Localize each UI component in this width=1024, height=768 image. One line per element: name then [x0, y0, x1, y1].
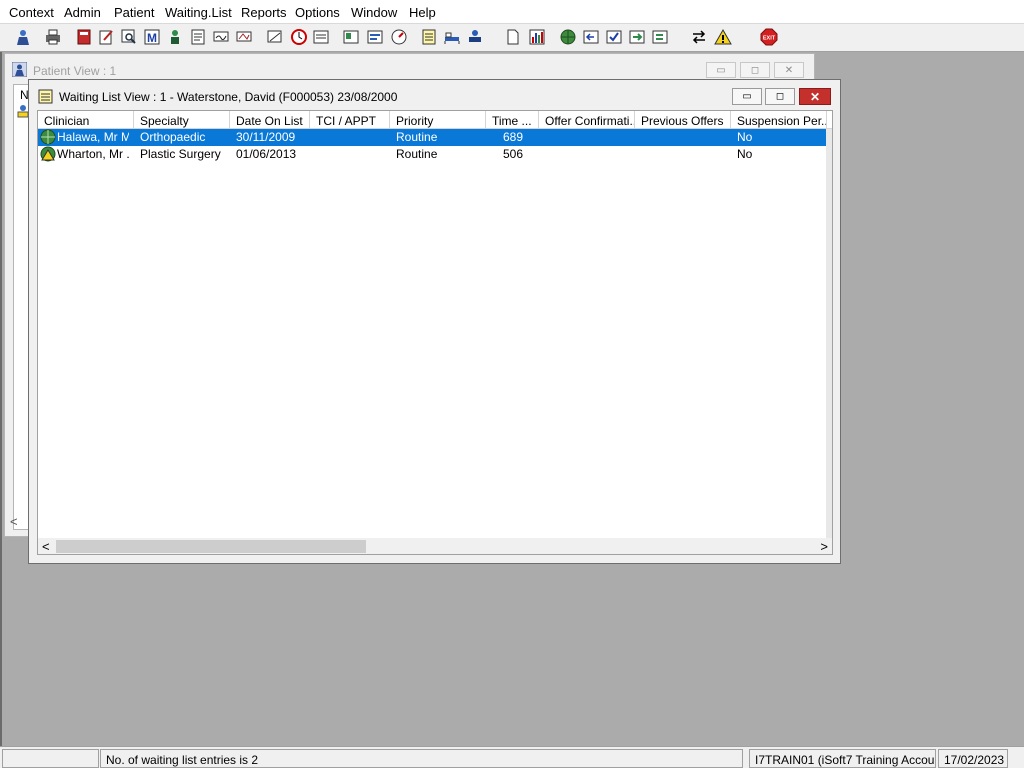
- patient-view-scroll-left-button[interactable]: <: [10, 514, 18, 529]
- globe-warning-icon: [40, 146, 56, 162]
- list-icon[interactable]: [311, 27, 331, 47]
- transfer-icon[interactable]: [465, 27, 485, 47]
- note-icon[interactable]: [419, 27, 439, 47]
- clock-icon[interactable]: [289, 27, 309, 47]
- edit-icon[interactable]: [96, 27, 116, 47]
- exit-icon[interactable]: EXIT: [759, 27, 779, 47]
- waiting-list-table[interactable]: Clinician Specialty Date On List TCI / A…: [37, 110, 833, 555]
- cell-specialty: Plastic Surgery: [140, 147, 221, 161]
- notes-icon[interactable]: [188, 27, 208, 47]
- patient-view-title: Patient View : 1: [33, 64, 117, 78]
- menu-admin[interactable]: Admin: [64, 5, 101, 20]
- patient-view-icon: [11, 61, 28, 78]
- menu-reports[interactable]: Reports: [241, 5, 287, 20]
- restore-button[interactable]: ◻: [765, 88, 795, 105]
- column-suspension-period[interactable]: Suspension Per...: [731, 111, 827, 129]
- document-icon[interactable]: [503, 27, 523, 47]
- column-clinician[interactable]: Clinician: [38, 111, 134, 129]
- column-priority[interactable]: Priority: [390, 111, 486, 129]
- scroll-right-button[interactable]: >: [820, 539, 828, 554]
- status-bar: No. of waiting list entries is 2 I7TRAIN…: [0, 746, 1024, 768]
- waiting-list-icon: [38, 89, 53, 104]
- menu-options[interactable]: Options: [295, 5, 340, 20]
- menu-help[interactable]: Help: [409, 5, 436, 20]
- column-specialty[interactable]: Specialty: [134, 111, 230, 129]
- status-message: No. of waiting list entries is 2: [100, 749, 743, 768]
- menu-context[interactable]: Context: [9, 5, 54, 20]
- table-row[interactable]: Halawa, Mr M Orthopaedic 30/11/2009 Rout…: [38, 129, 832, 146]
- horizontal-scrollbar[interactable]: < >: [38, 538, 832, 554]
- cell-priority: Routine: [396, 130, 438, 144]
- m-icon[interactable]: M: [142, 27, 162, 47]
- patient-view-minimize-button[interactable]: ▭: [706, 62, 736, 78]
- refresh-icon[interactable]: [650, 27, 670, 47]
- cell-suspension: No: [737, 147, 753, 161]
- cell-date-on-list: 30/11/2009: [236, 130, 296, 144]
- cell-suspension: No: [737, 130, 753, 144]
- status-account: I7TRAIN01 (iSoft7 Training Account): [749, 749, 936, 768]
- table-row[interactable]: Wharton, Mr ... Plastic Surgery 01/06/20…: [38, 146, 832, 163]
- svg-text:M: M: [147, 31, 157, 45]
- bed-icon[interactable]: [442, 27, 462, 47]
- close-button[interactable]: ✕: [799, 88, 831, 105]
- exit-icon-label: EXIT: [763, 36, 776, 42]
- sign-icon[interactable]: [211, 27, 231, 47]
- cell-clinician: Halawa, Mr M: [57, 130, 129, 144]
- chart-icon[interactable]: [527, 27, 547, 47]
- scan-icon[interactable]: [265, 27, 285, 47]
- status-panel-empty: [2, 749, 99, 768]
- globe-patient-icon: [40, 129, 56, 145]
- vertical-scrollbar[interactable]: [826, 129, 832, 538]
- globe-icon[interactable]: [558, 27, 578, 47]
- menu-window[interactable]: Window: [351, 5, 397, 20]
- forward-icon[interactable]: [627, 27, 647, 47]
- column-date-on-list[interactable]: Date On List: [230, 111, 310, 129]
- column-tci-appt[interactable]: TCI / APPT: [310, 111, 390, 129]
- cell-time: 689: [503, 130, 524, 144]
- cell-specialty: Orthopaedic: [140, 130, 206, 144]
- waiting-list-window[interactable]: Waiting List View : 1 - Waterstone, Davi…: [28, 79, 841, 564]
- table-header: Clinician Specialty Date On List TCI / A…: [38, 111, 832, 129]
- cell-time: 506: [503, 147, 524, 161]
- warning-icon[interactable]: [713, 27, 733, 47]
- scroll-left-button[interactable]: <: [42, 539, 50, 554]
- waiting-list-titlebar[interactable]: Waiting List View : 1 - Waterstone, Davi…: [29, 80, 840, 111]
- back-icon[interactable]: [581, 27, 601, 47]
- toolbar: M EXIT: [0, 24, 1024, 52]
- doctor-icon[interactable]: [165, 27, 185, 47]
- menu-bar: Context Admin Patient Waiting.List Repor…: [0, 0, 1024, 24]
- menu-patient[interactable]: Patient: [114, 5, 154, 20]
- patient-view-restore-button[interactable]: ◻: [740, 62, 770, 78]
- form-icon[interactable]: [365, 27, 385, 47]
- column-previous-offers[interactable]: Previous Offers: [635, 111, 731, 129]
- waiting-list-title: Waiting List View : 1 - Waterstone, Davi…: [59, 90, 398, 104]
- menu-waiting-list[interactable]: Waiting.List: [165, 5, 232, 20]
- cell-clinician: Wharton, Mr ...: [57, 147, 129, 161]
- printer-icon[interactable]: [43, 27, 63, 47]
- scroll-thumb[interactable]: [56, 540, 366, 553]
- book-icon[interactable]: [74, 27, 94, 47]
- minimize-button[interactable]: ▭: [732, 88, 762, 105]
- column-time[interactable]: Time ...: [486, 111, 539, 129]
- column-offer-confirmation[interactable]: Offer Confirmati...: [539, 111, 635, 129]
- patient-icon[interactable]: [13, 27, 33, 47]
- sign2-icon[interactable]: [234, 27, 254, 47]
- cell-priority: Routine: [396, 147, 438, 161]
- swap-icon[interactable]: [689, 27, 709, 47]
- search-doc-icon[interactable]: [119, 27, 139, 47]
- status-date: 17/02/2023: [938, 749, 1008, 768]
- patient-view-titlebar[interactable]: Patient View : 1 ▭ ◻ ✕: [5, 54, 814, 82]
- check-icon[interactable]: [604, 27, 624, 47]
- dial-icon[interactable]: [389, 27, 409, 47]
- patient-view-close-button[interactable]: ✕: [774, 62, 804, 78]
- card-icon[interactable]: [341, 27, 361, 47]
- cell-date-on-list: 01/06/2013: [236, 147, 297, 161]
